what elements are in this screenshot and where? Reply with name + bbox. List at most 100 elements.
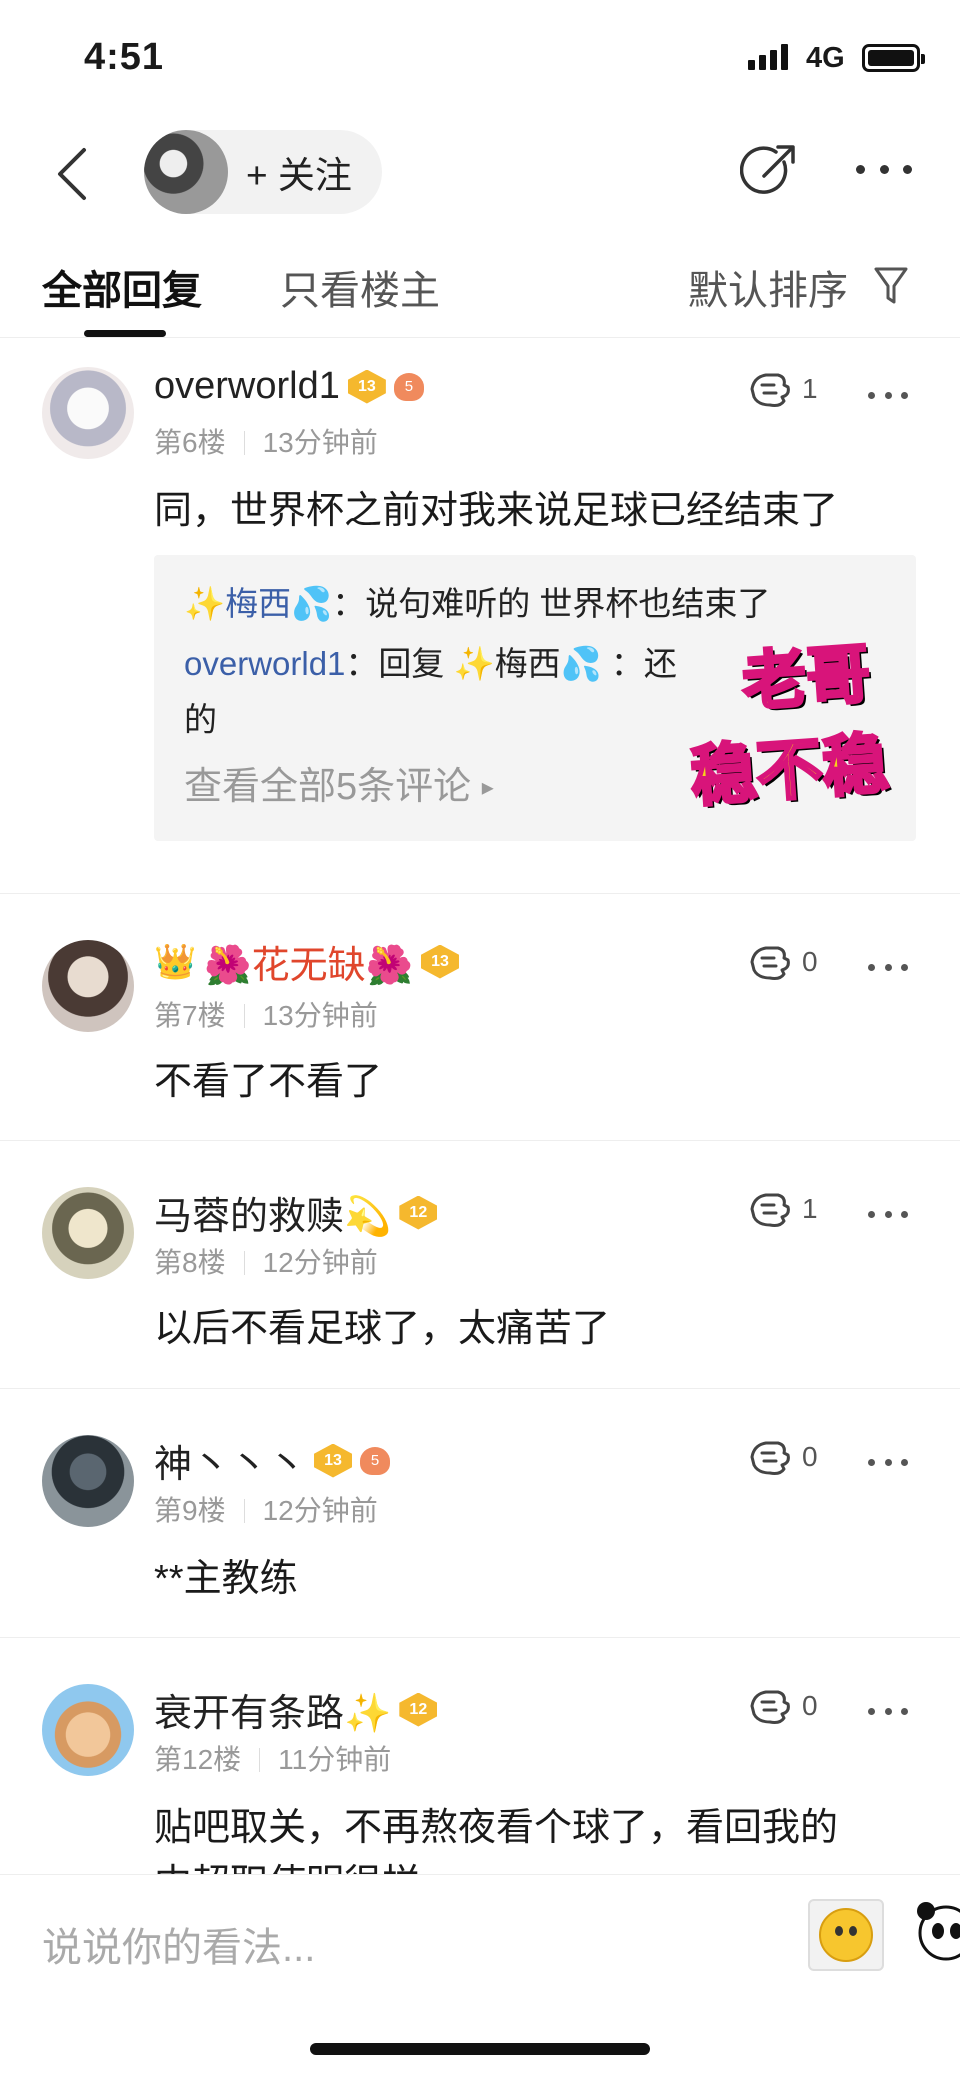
smiley-icon — [819, 1908, 873, 1962]
floor-number: 第8楼 — [154, 1247, 226, 1278]
back-arrow-icon[interactable] — [50, 146, 98, 202]
share-icon[interactable] — [740, 142, 798, 200]
like-count: 0 — [802, 1690, 818, 1721]
comment-item: 衰开有条路✨ 12 第12楼11分钟前 贴吧取关，不再熬夜看个球了，看回我的 中… — [0, 1638, 960, 1905]
comment-text: 同，世界杯之前对我来说足球已经结束了 — [154, 490, 839, 532]
avatar[interactable] — [42, 1684, 134, 1776]
floor-number: 第7楼 — [154, 1000, 226, 1031]
username[interactable]: 衰开有条路✨ 12 — [154, 1682, 438, 1737]
comment-text: 贴吧取关，不再熬夜看个球了，看回我的 — [154, 1807, 839, 1849]
more-icon[interactable] — [856, 160, 912, 178]
comment-input[interactable]: 说说你的看法... — [42, 1915, 315, 1973]
member-badge: 5 — [393, 372, 424, 401]
comment-more-icon[interactable] — [868, 1211, 908, 1221]
username[interactable]: 神丶丶丶 13 5 — [154, 1433, 391, 1488]
username-text[interactable]: 衰开有条路✨ — [154, 1682, 391, 1737]
sub-reply[interactable]: ✨梅西💦：说句难听的 世界杯也结束了 — [184, 577, 770, 625]
like-hand-icon — [750, 1441, 790, 1475]
comment-text: 以后不看足球了，太痛苦了 — [154, 1308, 611, 1350]
comment-more-icon[interactable] — [868, 1708, 908, 1718]
sort-dropdown[interactable]: 默认排序 — [688, 258, 848, 316]
comment-more-icon[interactable] — [868, 392, 908, 402]
sub-reply-user[interactable]: ✨梅西💦 — [184, 585, 332, 622]
level-badge: 12 — [399, 1195, 438, 1230]
comment-item: 马蓉的救赎💫 12 第8楼 12分钟前 以后不看足球了，太痛苦了 1 — [0, 1141, 960, 1389]
like-hand-icon — [750, 946, 790, 980]
member-badge: 5 — [360, 1446, 391, 1475]
follow-button[interactable]: + 关注 — [246, 145, 352, 199]
like-hand-icon — [750, 1690, 790, 1724]
floor-number: 第9楼 — [154, 1495, 226, 1526]
emoji-button[interactable] — [808, 1899, 884, 1971]
level-badge: 12 — [399, 1692, 438, 1727]
comment-text: **主教练 — [154, 1558, 298, 1600]
level-badge: 13 — [420, 944, 459, 979]
network-label: 4G — [806, 42, 845, 74]
username-text[interactable]: 神丶丶丶 — [154, 1433, 306, 1488]
comment-meta: 第8楼 12分钟前 — [154, 1241, 378, 1281]
timestamp: 13分钟前 — [262, 1000, 378, 1031]
comment-meta: 第7楼 13分钟前 — [154, 994, 378, 1034]
like-hand-icon — [750, 373, 790, 407]
sub-reply-user[interactable]: overworld1 — [184, 645, 345, 682]
comment-item: 神丶丶丶 13 5 第9楼 12分钟前 **主教练 0 — [0, 1389, 960, 1638]
like-button[interactable]: 1 — [748, 369, 818, 409]
panda-icon[interactable] — [912, 1895, 960, 1967]
author-avatar[interactable] — [144, 130, 228, 214]
like-button[interactable]: 0 — [748, 1437, 818, 1477]
view-all-replies-link[interactable]: 查看全部5条评论 ▸ — [184, 755, 494, 810]
avatar[interactable] — [42, 940, 134, 1032]
crown-icon: 👑 — [154, 942, 197, 981]
sub-reply[interactable]: overworld1：回复 ✨梅西💦 ：还 — [184, 637, 677, 685]
comment-text: 不看了不看了 — [154, 1061, 383, 1103]
like-count: 1 — [802, 1193, 818, 1224]
filter-icon[interactable] — [874, 266, 908, 306]
home-indicator — [310, 2043, 650, 2055]
signal-icon — [748, 44, 788, 70]
username[interactable]: 马蓉的救赎💫 12 — [154, 1185, 438, 1240]
comment-more-icon[interactable] — [868, 964, 908, 974]
timestamp: 13分钟前 — [262, 427, 378, 458]
username-text[interactable]: 马蓉的救赎💫 — [154, 1185, 391, 1240]
like-button[interactable]: 0 — [748, 942, 818, 982]
timestamp: 11分钟前 — [278, 1744, 392, 1775]
comment-item: 👑 🌺花无缺🌺 13 第7楼 13分钟前 不看了不看了 0 — [0, 894, 960, 1141]
comment-meta: 第6楼 13分钟前 — [154, 421, 378, 461]
avatar[interactable] — [42, 1435, 134, 1527]
like-count: 0 — [802, 946, 818, 977]
comment-input-bar: 说说你的看法... — [0, 1874, 960, 2079]
level-badge: 13 — [314, 1443, 353, 1478]
tab-indicator — [84, 330, 166, 337]
chevron-right-icon: ▸ — [481, 774, 494, 801]
sub-reply-continuation: 的 — [184, 701, 217, 738]
floor-number: 第12楼 — [154, 1744, 242, 1775]
timestamp: 12分钟前 — [262, 1247, 378, 1278]
view-all-label[interactable]: 查看全部5条评论 — [184, 766, 471, 808]
like-button[interactable]: 0 — [748, 1686, 818, 1726]
sticker-image: 老哥 稳不稳 — [684, 617, 914, 817]
sticker-text-bottom: 稳不稳 — [686, 724, 892, 818]
username-text[interactable]: overworld1 — [154, 365, 340, 408]
tab-all-replies[interactable]: 全部回复 — [42, 258, 202, 316]
like-count: 0 — [802, 1441, 818, 1472]
avatar[interactable] — [42, 1187, 134, 1279]
username[interactable]: overworld1 13 5 — [154, 365, 424, 408]
like-count: 1 — [802, 373, 818, 404]
like-button[interactable]: 1 — [748, 1189, 818, 1229]
battery-icon — [862, 44, 925, 72]
reply-tabs: 全部回复 只看楼主 默认排序 — [0, 230, 960, 338]
comment-meta: 第9楼 12分钟前 — [154, 1489, 378, 1529]
follow-pill[interactable]: + 关注 — [144, 130, 382, 214]
username[interactable]: 👑 🌺花无缺🌺 13 — [154, 934, 459, 989]
avatar[interactable] — [42, 367, 134, 459]
timestamp: 12分钟前 — [262, 1495, 378, 1526]
username-text[interactable]: 🌺花无缺🌺 — [204, 934, 413, 989]
level-badge: 13 — [347, 369, 386, 404]
comment-item: overworld1 13 5 第6楼 13分钟前 同，世界杯之前对我来说足球已经… — [0, 339, 960, 894]
sub-replies[interactable]: ✨梅西💦：说句难听的 世界杯也结束了 overworld1：回复 ✨梅西💦 ：还… — [154, 555, 916, 841]
like-hand-icon — [750, 1193, 790, 1227]
floor-number: 第6楼 — [154, 427, 226, 458]
comment-more-icon[interactable] — [868, 1459, 908, 1469]
tab-only-op[interactable]: 只看楼主 — [280, 258, 440, 316]
status-time: 4:51 — [84, 36, 165, 78]
